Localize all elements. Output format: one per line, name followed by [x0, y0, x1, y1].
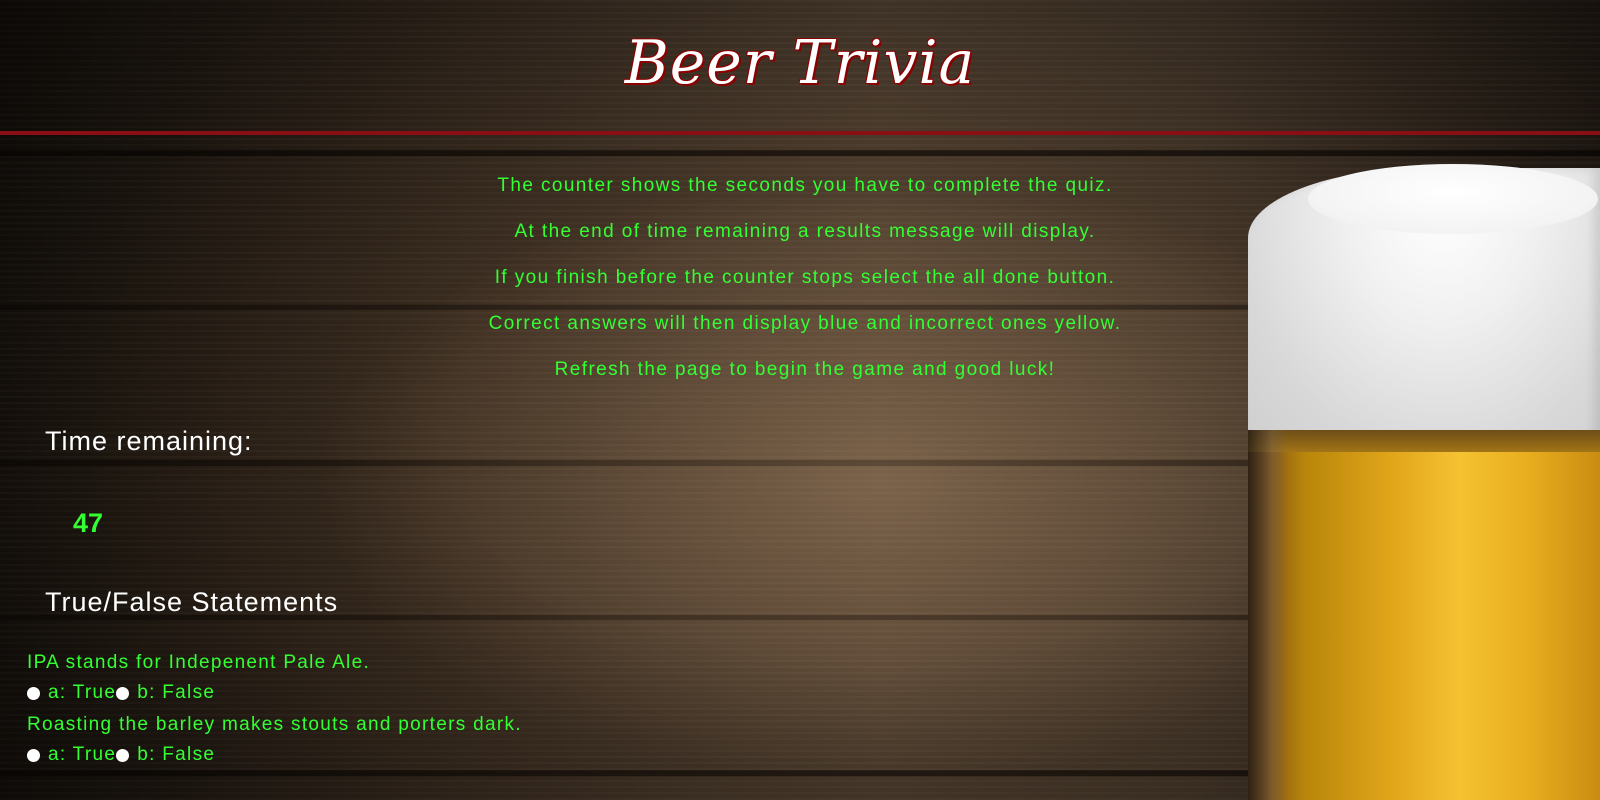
option-false[interactable]: b: False	[116, 744, 215, 766]
option-label: a: True	[48, 682, 117, 703]
radio-button[interactable]	[116, 748, 130, 762]
section-title: True/False Statements	[45, 587, 339, 617]
option-label: a: True	[48, 744, 117, 765]
header-divider	[0, 131, 1600, 135]
beer-liquid	[1248, 430, 1600, 800]
option-true[interactable]: a: True	[27, 682, 116, 704]
instruction-line: At the end of time remaining a results m…	[514, 221, 1096, 242]
page-header: Beer Trivia	[0, 0, 1600, 131]
instruction-line: The counter shows the seconds you have t…	[497, 175, 1113, 196]
question-item: IPA stands for Indepenent Pale Ale. a: T…	[27, 652, 522, 704]
option-label: b: False	[137, 744, 216, 765]
time-remaining-label: Time remaining:	[45, 426, 253, 456]
question-text: Roasting the barley makes stouts and por…	[27, 714, 522, 735]
page-title: Beer Trivia	[624, 28, 976, 98]
question-text: IPA stands for Indepenent Pale Ale.	[27, 652, 371, 673]
radio-button[interactable]	[27, 686, 40, 700]
question-options: a: True b: False	[27, 744, 522, 766]
instructions: The counter shows the seconds you have t…	[0, 176, 1600, 406]
radio-button[interactable]	[116, 686, 130, 700]
option-false[interactable]: b: False	[116, 682, 215, 704]
questions-list: IPA stands for Indepenent Pale Ale. a: T…	[27, 652, 522, 776]
instruction-line: Refresh the page to begin the game and g…	[554, 359, 1056, 380]
question-options: a: True b: False	[27, 682, 522, 704]
option-true[interactable]: a: True	[27, 744, 116, 766]
instruction-line: Correct answers will then display blue a…	[488, 313, 1122, 334]
countdown-counter: 47	[73, 508, 104, 538]
beer-glass-edge	[1248, 430, 1288, 800]
radio-button[interactable]	[27, 748, 40, 762]
question-item: Roasting the barley makes stouts and por…	[27, 714, 522, 766]
instruction-line: If you finish before the counter stops s…	[494, 267, 1116, 288]
beer-liquid-band	[1248, 430, 1600, 452]
option-label: b: False	[137, 682, 216, 703]
